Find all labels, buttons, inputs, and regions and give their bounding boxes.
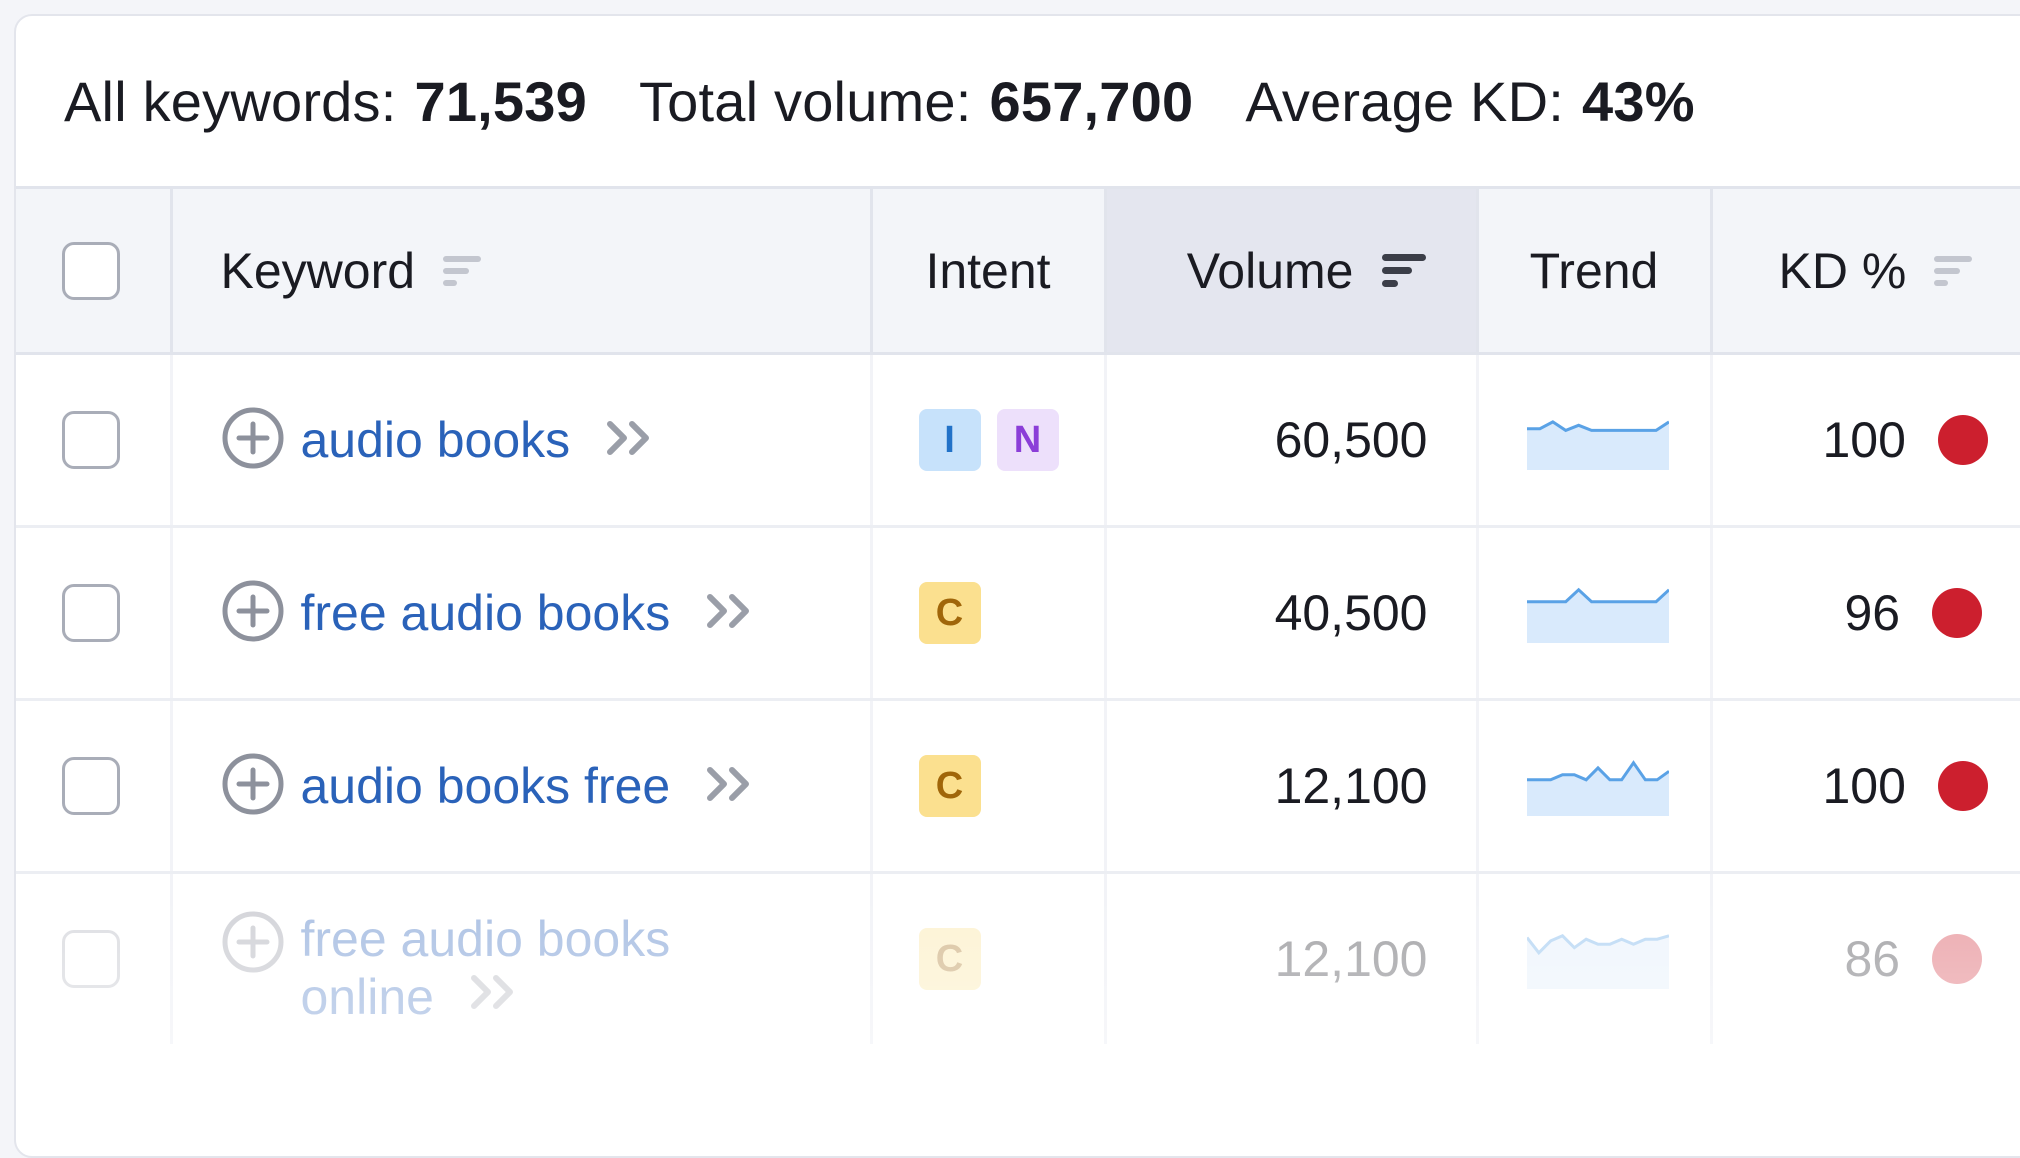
intent-cell: C <box>871 699 1107 874</box>
keyword-link[interactable]: audio books <box>301 411 571 469</box>
intent-badge-commercial: C <box>918 755 981 817</box>
keyword-line-2: online <box>300 969 434 1025</box>
header-keyword-label: Keyword <box>220 242 416 299</box>
table-row: audio books free C 12,100 100 <box>16 699 2020 874</box>
kd-cell: 100 <box>1711 353 2020 528</box>
intent-cell: C <box>871 872 1107 1044</box>
double-chevron-right-icon[interactable] <box>704 762 756 811</box>
kd-value: 96 <box>1844 585 1901 641</box>
add-circle-icon[interactable] <box>221 406 285 475</box>
header-select-all-cell <box>16 186 173 355</box>
volume-text: 12,100 <box>1274 931 1428 987</box>
sort-icon[interactable] <box>1934 242 1974 300</box>
kd-cell: 100 <box>1711 699 2020 874</box>
average-kd-stat: Average KD: 43% <box>1245 69 1694 134</box>
keywords-table: Keyword Intent Volume Trend KD % audio b… <box>16 186 2020 1044</box>
intent-badge-navigational: N <box>996 409 1059 471</box>
double-chevron-right-icon[interactable] <box>704 589 756 638</box>
keyword-cell: audio books free <box>171 699 873 874</box>
row-checkbox[interactable] <box>62 584 120 642</box>
add-circle-icon[interactable] <box>221 910 285 979</box>
kd-value: 86 <box>1844 931 1901 987</box>
volume-value: 12,100 <box>1105 699 1479 874</box>
add-circle-icon[interactable] <box>221 579 285 648</box>
intent-badge-commercial: C <box>918 582 981 644</box>
kd-cell: 86 <box>1711 872 2020 1044</box>
kd-cell: 96 <box>1711 526 2020 701</box>
keyword-cell: audio books <box>171 353 873 528</box>
trend-area <box>1526 589 1669 643</box>
header-trend-label: Trend <box>1529 242 1659 299</box>
row-select-cell <box>16 526 173 701</box>
row-checkbox[interactable] <box>62 411 120 469</box>
header-volume[interactable]: Volume <box>1105 186 1479 355</box>
header-keyword[interactable]: Keyword <box>171 186 873 355</box>
summary-bar: All keywords: 71,539 Total volume: 657,700… <box>16 16 2020 186</box>
volume-value: 40,500 <box>1105 526 1479 701</box>
keyword-cell: free audio books <box>171 526 873 701</box>
keyword-link[interactable]: audio books free <box>301 757 671 815</box>
total-volume-stat: Total volume: 657,700 <box>639 69 1193 134</box>
total-volume-label: Total volume: <box>638 69 972 133</box>
header-volume-label: Volume <box>1186 242 1354 299</box>
table-header-row: Keyword Intent Volume Trend KD % <box>16 186 2020 355</box>
trend-area <box>1526 762 1669 816</box>
kd-value: 100 <box>1822 412 1906 468</box>
total-volume-value: 657,700 <box>989 69 1194 133</box>
sort-icon[interactable] <box>1381 242 1428 300</box>
sort-icon[interactable] <box>443 242 483 300</box>
trend-sparkline <box>1526 759 1670 816</box>
trend-cell <box>1477 526 1713 701</box>
double-chevron-right-icon[interactable] <box>468 968 520 1026</box>
keyword-cell: free audio books online <box>171 872 873 1044</box>
double-chevron-right-icon[interactable] <box>604 416 656 465</box>
table-row: audio books I N 60,500 100 <box>16 353 2020 528</box>
kd-value: 100 <box>1822 758 1906 814</box>
keyword-link[interactable]: free audio books <box>301 584 671 642</box>
keyword-line-1: free audio books <box>300 911 671 967</box>
table-row: free audio books online C 12,100 86 <box>16 872 2020 1044</box>
row-checkbox[interactable] <box>62 930 120 988</box>
kd-difficulty-dot <box>1932 588 1983 638</box>
volume-value: 12,100 <box>1105 872 1479 1044</box>
row-select-cell <box>16 872 173 1044</box>
volume-value: 60,500 <box>1105 353 1479 528</box>
all-keywords-label: All keywords: <box>64 69 397 133</box>
trend-sparkline <box>1526 587 1670 643</box>
table-row: free audio books C 40,500 96 <box>16 526 2020 701</box>
header-intent: Intent <box>871 186 1107 355</box>
trend-cell <box>1477 699 1713 874</box>
intent-cell: C <box>871 526 1107 701</box>
header-intent-label: Intent <box>925 242 1051 299</box>
trend-sparkline <box>1525 933 1669 989</box>
kd-difficulty-dot <box>1937 761 1988 811</box>
all-keywords-stat: All keywords: 71,539 <box>64 69 587 134</box>
trend-cell <box>1477 872 1713 1044</box>
intent-cell: I N <box>871 353 1107 528</box>
trend-sparkline <box>1526 419 1670 470</box>
average-kd-value: 43% <box>1582 69 1695 133</box>
row-checkbox[interactable] <box>62 757 120 815</box>
header-kd[interactable]: KD % <box>1711 186 2020 355</box>
select-all-checkbox[interactable] <box>62 241 120 300</box>
keyword-link[interactable]: free audio books online <box>301 910 671 1026</box>
header-trend: Trend <box>1477 186 1713 355</box>
header-kd-label: KD % <box>1778 242 1907 299</box>
trend-line <box>1526 587 1670 603</box>
intent-badge-commercial: C <box>918 928 981 990</box>
add-circle-icon[interactable] <box>221 752 285 821</box>
row-select-cell <box>16 353 173 528</box>
kd-difficulty-dot <box>1932 934 1983 984</box>
kd-difficulty-dot <box>1937 415 1988 465</box>
average-kd-label: Average KD: <box>1245 69 1565 133</box>
all-keywords-value: 71,539 <box>414 69 587 133</box>
row-select-cell <box>16 699 173 874</box>
keyword-table-panel: All keywords: 71,539 Total volume: 657,700… <box>14 14 2020 1158</box>
trend-cell <box>1477 353 1713 528</box>
intent-badge-informational: I <box>918 409 981 471</box>
